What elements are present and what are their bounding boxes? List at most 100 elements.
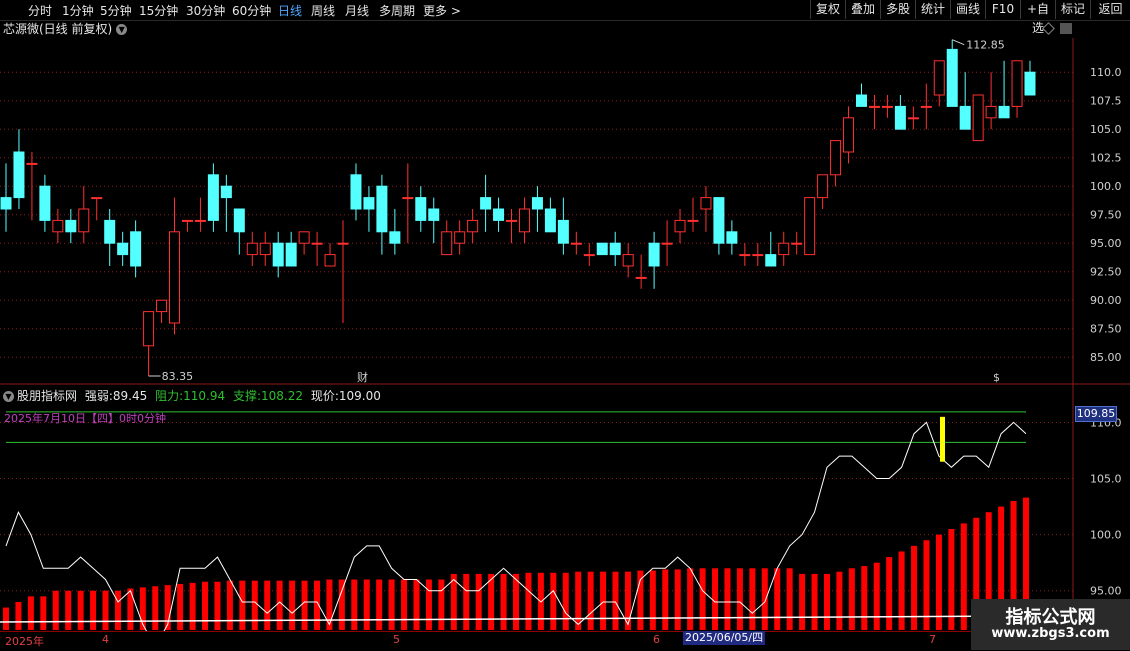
- candle-body: [531, 197, 543, 210]
- price-tick-label: 97.50: [1090, 209, 1122, 222]
- indicator-bar: [600, 571, 607, 630]
- candle-body: [791, 242, 803, 245]
- indicator-bar: [898, 551, 905, 630]
- candle-body: [570, 242, 582, 245]
- chart-area: 110.0 107.5 105.0 102.5 100.0 97.50 95.00 92.50…: [0, 38, 1130, 648]
- candle-body: [506, 219, 518, 222]
- candle-body: [855, 94, 867, 107]
- indicator-bar: [488, 573, 495, 630]
- candle-body: [246, 242, 258, 256]
- indicator-bar: [550, 572, 557, 630]
- candle-body: [868, 105, 880, 108]
- price-tick-label: 100.0: [1090, 180, 1122, 193]
- indicator-bar: [214, 581, 221, 630]
- indicator-bar: [886, 557, 893, 630]
- indicator-bar: [52, 590, 59, 630]
- indicator-bar: [811, 573, 818, 630]
- indicator-bar: [438, 579, 445, 630]
- candle-body: [1011, 60, 1023, 107]
- date-tick: 6: [653, 633, 660, 646]
- price-tick-label: 110.0: [1090, 66, 1122, 79]
- support-value: 108.22: [261, 389, 303, 403]
- candle-body: [13, 151, 25, 199]
- candle-body: [26, 162, 38, 165]
- indicator-bar: [475, 573, 482, 630]
- indicator-bar: [786, 568, 793, 630]
- candle-body: [467, 219, 479, 233]
- indicator-bar: [612, 571, 619, 630]
- indicator-bar: [848, 568, 855, 630]
- candle-body: [817, 174, 829, 199]
- indicator-bar: [749, 568, 756, 630]
- candle-body: [143, 311, 155, 347]
- indicator-bar: [500, 573, 507, 630]
- indicator-bar: [77, 590, 84, 630]
- candle-body: [713, 197, 725, 244]
- indicator-bar: [226, 580, 233, 630]
- indicator-bar: [873, 562, 880, 630]
- signal-bar: [940, 416, 945, 462]
- indicator-bar: [687, 568, 694, 630]
- price-tick-label: 102.5: [1090, 152, 1122, 165]
- candle-body: [635, 276, 647, 279]
- price-tick-label: 87.50: [1090, 323, 1122, 336]
- indicator-bar: [948, 529, 955, 630]
- indicator-bar: [65, 590, 72, 630]
- candle-body: [117, 242, 129, 256]
- candle-body: [687, 219, 699, 222]
- indicator-bar: [40, 596, 47, 630]
- indicator-bar: [575, 571, 582, 630]
- price-tick-label: 90.00: [1090, 294, 1122, 307]
- candle-body: [972, 94, 984, 142]
- candle-body: [156, 299, 168, 313]
- watermark: 指标公式网 www.zbgs3.com: [971, 599, 1130, 650]
- indicator-bar: [3, 607, 9, 630]
- indicator-bar: [774, 568, 781, 630]
- candle-body: [765, 254, 777, 267]
- candle-body: [596, 242, 608, 256]
- candle-body: [480, 197, 492, 210]
- indicator-bar: [823, 573, 830, 630]
- candle-body: [363, 197, 375, 210]
- indicator-bar: [513, 573, 519, 630]
- indicator-bar: [363, 579, 370, 630]
- indicator-bar: [699, 568, 706, 630]
- resistance-label: 阻力:: [155, 389, 184, 403]
- indicator-bar: [450, 573, 457, 630]
- strength-value: 89.45: [112, 389, 148, 403]
- indicator-bar: [264, 580, 271, 630]
- grid: 110.0 107.5 105.0 102.5 100.0 97.50 95.00 92.50…: [0, 66, 1122, 598]
- indicator-bar: [326, 579, 333, 630]
- candle-body: [933, 60, 945, 96]
- candle-body: [557, 219, 569, 244]
- indicator-bar: [189, 582, 196, 630]
- indicator-bar: [15, 601, 22, 630]
- price-tick-label: 85.00: [1090, 351, 1122, 364]
- indicator-bar: [960, 523, 967, 630]
- indicator-bar: [463, 573, 470, 630]
- candle-body: [661, 242, 673, 245]
- indicator-header: ▼ 股朋指标网 强弱:89.45 阻力:110.94 支撑:108.22 现价:1…: [0, 387, 381, 404]
- current-value-badge: 109.85: [1075, 406, 1117, 422]
- indicator-bar: [736, 568, 743, 630]
- candle-body: [778, 242, 790, 256]
- indicator-bar: [674, 569, 681, 630]
- indicator-bar: [861, 566, 868, 630]
- indicator-tick-label: 105.0: [1090, 473, 1122, 486]
- candle-body: [78, 208, 90, 233]
- indicator-bar: [351, 579, 358, 630]
- candle-body: [518, 208, 530, 233]
- indicator-menu-icon[interactable]: ▼: [3, 391, 14, 402]
- date-tick: 2025年: [5, 635, 44, 648]
- indicator-bar: [239, 580, 246, 630]
- price-tick-label: 95.00: [1090, 237, 1122, 250]
- candle-body: [130, 231, 142, 267]
- candle-body: [881, 105, 893, 108]
- candle-body: [998, 105, 1010, 119]
- candle-body: [389, 231, 401, 244]
- indicator-subtitle: 2025年7月10日【四】0时0分钟: [4, 412, 166, 425]
- resistance-value: 110.94: [183, 389, 226, 403]
- low-label: 83.35: [162, 370, 194, 383]
- date-tick: 5: [393, 633, 400, 646]
- candle-body: [402, 197, 414, 200]
